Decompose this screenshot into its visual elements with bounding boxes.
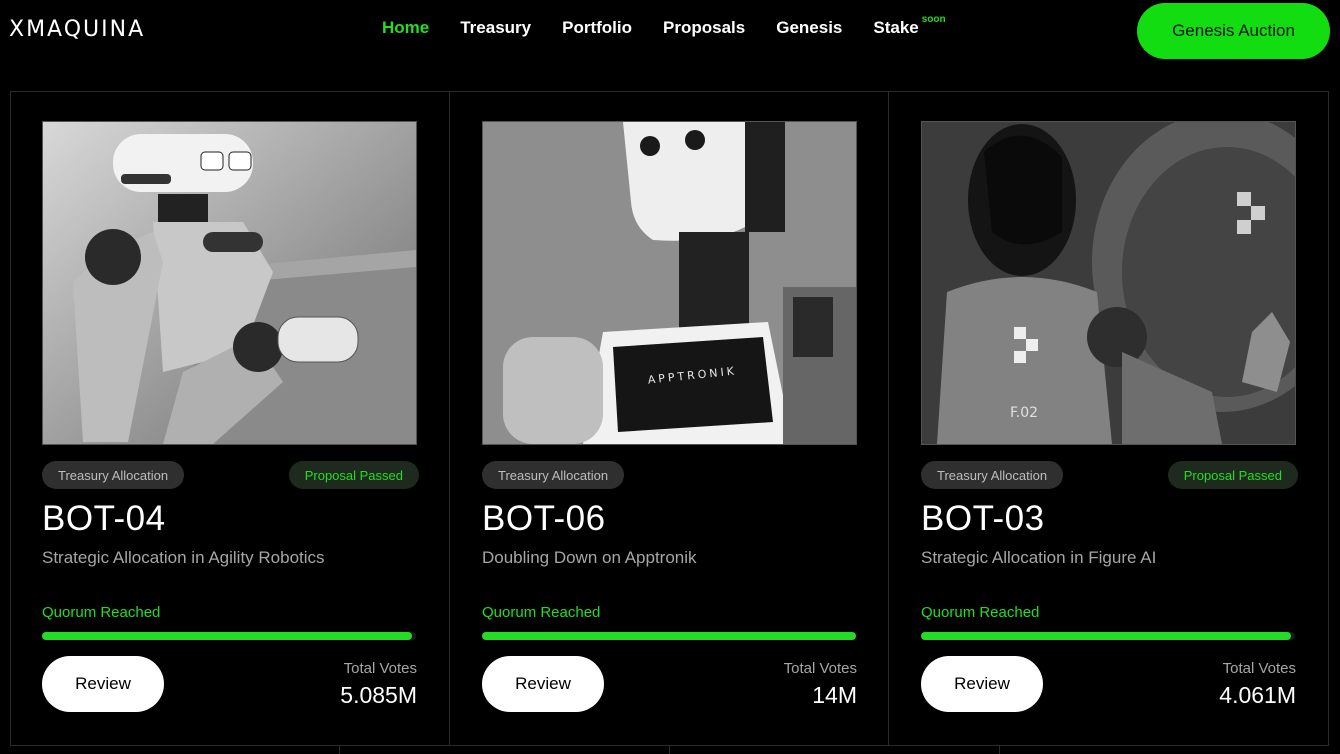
robot-photo-icon (42, 121, 417, 445)
robot-photo-icon: F.02 (921, 121, 1296, 445)
robot-photo-icon: APPTRONIK (482, 121, 857, 445)
nav-genesis[interactable]: Genesis (776, 18, 842, 38)
review-button[interactable]: Review (42, 656, 164, 712)
review-button[interactable]: Review (482, 656, 604, 712)
main-nav: Home Treasury Portfolio Proposals Genesi… (382, 14, 977, 38)
grid-divider (339, 746, 340, 754)
figure-model-label: F.02 (1010, 405, 1038, 421)
nav-portfolio[interactable]: Portfolio (562, 18, 632, 38)
treasury-allocation-tag: Treasury Allocation (921, 461, 1064, 489)
quorum-progress-bar (921, 632, 1295, 640)
grid-divider (1328, 92, 1329, 746)
proposal-subtitle: Strategic Allocation in Figure AI (921, 548, 1157, 567)
treasury-allocation-tag: Treasury Allocation (482, 461, 625, 489)
nav-proposals[interactable]: Proposals (663, 18, 745, 38)
total-votes-value: 4.061M (1219, 682, 1296, 708)
quorum-progress-fill (921, 632, 1292, 640)
total-votes-label: Total Votes (1222, 660, 1296, 677)
proposal-title: BOT-04 (42, 499, 166, 538)
total-votes-value: 14M (812, 682, 857, 708)
quorum-progress-bar (42, 632, 416, 640)
proposal-card: Treasury Allocation Proposal Passed BOT-… (42, 92, 419, 742)
treasury-allocation-tag: Treasury Allocation (42, 461, 185, 489)
quorum-progress-fill (42, 632, 413, 640)
xmaquina-logo[interactable]: XMAQUINA (9, 17, 145, 42)
grid-divider (888, 92, 889, 746)
grid-divider (449, 92, 450, 746)
total-votes-value: 5.085M (340, 682, 417, 708)
proposal-title: BOT-06 (482, 499, 606, 538)
proposal-card: F.02 Treasury Allocation Proposal Passed… (921, 92, 1298, 742)
total-votes-label: Total Votes (783, 660, 857, 677)
quorum-progress-fill (482, 632, 856, 640)
total-votes-label: Total Votes (343, 660, 417, 677)
status-badge: Proposal Passed (1167, 461, 1298, 489)
grid-divider (10, 92, 11, 746)
genesis-auction-button[interactable]: Genesis Auction (1137, 3, 1330, 59)
review-button[interactable]: Review (921, 656, 1043, 712)
proposal-card: APPTRONIK Treasury Allocation BOT-06 Dou… (482, 92, 857, 742)
top-header: XMAQUINA Home Treasury Portfolio Proposa… (0, 0, 1340, 92)
proposal-subtitle: Doubling Down on Apptronik (482, 548, 697, 567)
grid-divider (669, 746, 670, 754)
nav-stake-label: Stake (873, 18, 919, 37)
status-badge: Proposal Passed (288, 461, 419, 489)
quorum-progress-bar (482, 632, 856, 640)
grid-divider (999, 746, 1000, 754)
quorum-status: Quorum Reached (482, 604, 601, 621)
proposal-title: BOT-03 (921, 499, 1045, 538)
quorum-status: Quorum Reached (42, 604, 161, 621)
quorum-status: Quorum Reached (921, 604, 1040, 621)
nav-home[interactable]: Home (382, 18, 429, 38)
proposal-subtitle: Strategic Allocation in Agility Robotics (42, 548, 325, 567)
nav-treasury[interactable]: Treasury (460, 18, 531, 38)
soon-badge: soon (921, 14, 946, 26)
nav-stake[interactable]: Stake soon (873, 14, 945, 38)
